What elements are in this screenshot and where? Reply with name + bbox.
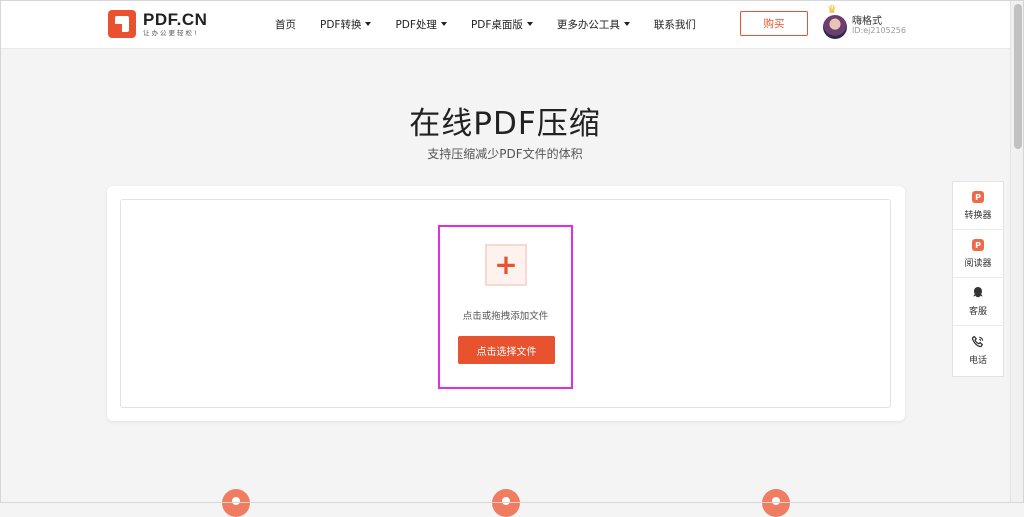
user-name[interactable]: 嗨格式: [852, 12, 882, 27]
caret-down-icon: [623, 22, 630, 26]
scrollbar-thumb[interactable]: [1014, 4, 1022, 149]
side-item-reader[interactable]: P 阅读器: [953, 230, 1003, 278]
nav-label: PDF转换: [320, 18, 362, 31]
nav-label: PDF处理: [395, 18, 437, 31]
feature-icon: [222, 489, 250, 517]
brand-slogan: 让办公更轻松!: [143, 29, 199, 38]
nav-label: 更多办公工具: [556, 18, 620, 31]
side-panel: P 转换器 P 阅读器 客服 电话: [952, 181, 1004, 377]
feature-icon: [762, 489, 790, 517]
converter-icon: P: [971, 190, 985, 204]
brand-logo[interactable]: PDF.CN 让办公更轻松!: [108, 10, 207, 38]
avatar: [823, 15, 847, 39]
side-item-label: 转换器: [964, 211, 992, 221]
nav-item-more-tools[interactable]: 更多办公工具: [557, 17, 630, 32]
brand-name: PDF.CN: [143, 10, 208, 30]
nav-item-contact[interactable]: 联系我们: [654, 17, 696, 32]
nav-label: 首页: [275, 18, 296, 31]
page-subtitle: 支持压缩减少PDF文件的体积: [427, 147, 583, 161]
nav-item-home[interactable]: 首页: [275, 17, 296, 32]
nav-label: 联系我们: [653, 18, 696, 31]
caret-down-icon: [365, 22, 372, 26]
vertical-scrollbar[interactable]: [1010, 0, 1024, 503]
caret-down-icon: [440, 22, 447, 26]
main-nav: 首页 PDF转换 PDF处理 PDF桌面版 更多办公工具 联系我们: [275, 0, 720, 48]
nav-item-pdf-desktop[interactable]: PDF桌面版: [471, 17, 533, 32]
customer-service-icon: [971, 286, 985, 300]
side-item-label: 客服: [968, 307, 987, 317]
side-item-label: 电话: [968, 355, 987, 366]
crown-icon: ♛: [827, 3, 837, 16]
buy-button[interactable]: 购买: [740, 11, 808, 36]
side-item-customer-service[interactable]: 客服: [953, 278, 1003, 326]
nav-item-pdf-convert[interactable]: PDF转换: [320, 17, 372, 32]
user-avatar-wrap[interactable]: ♛: [822, 3, 848, 39]
top-header: PDF.CN 让办公更轻松! 首页 PDF转换 PDF处理 PDF桌面版 更多办…: [0, 0, 1010, 49]
page-title: 在线PDF压缩: [409, 106, 601, 142]
drop-hint-text: 点击或拖拽添加文件: [462, 311, 549, 322]
reader-icon: P: [971, 238, 985, 252]
plus-icon: +: [494, 248, 518, 281]
user-id: ID:ej2105256: [852, 26, 906, 35]
add-file-icon[interactable]: +: [485, 244, 527, 286]
nav-label: PDF桌面版: [470, 18, 523, 31]
side-item-converter[interactable]: P 转换器: [953, 182, 1003, 230]
select-file-button[interactable]: 点击选择文件: [458, 336, 555, 364]
side-item-phone[interactable]: 电话: [953, 326, 1003, 374]
feature-icon: [492, 489, 520, 517]
nav-item-pdf-process[interactable]: PDF处理: [395, 17, 447, 32]
caret-down-icon: [526, 22, 533, 26]
side-item-label: 阅读器: [964, 259, 992, 269]
logo-icon: [108, 10, 136, 38]
phone-icon: [971, 335, 985, 349]
